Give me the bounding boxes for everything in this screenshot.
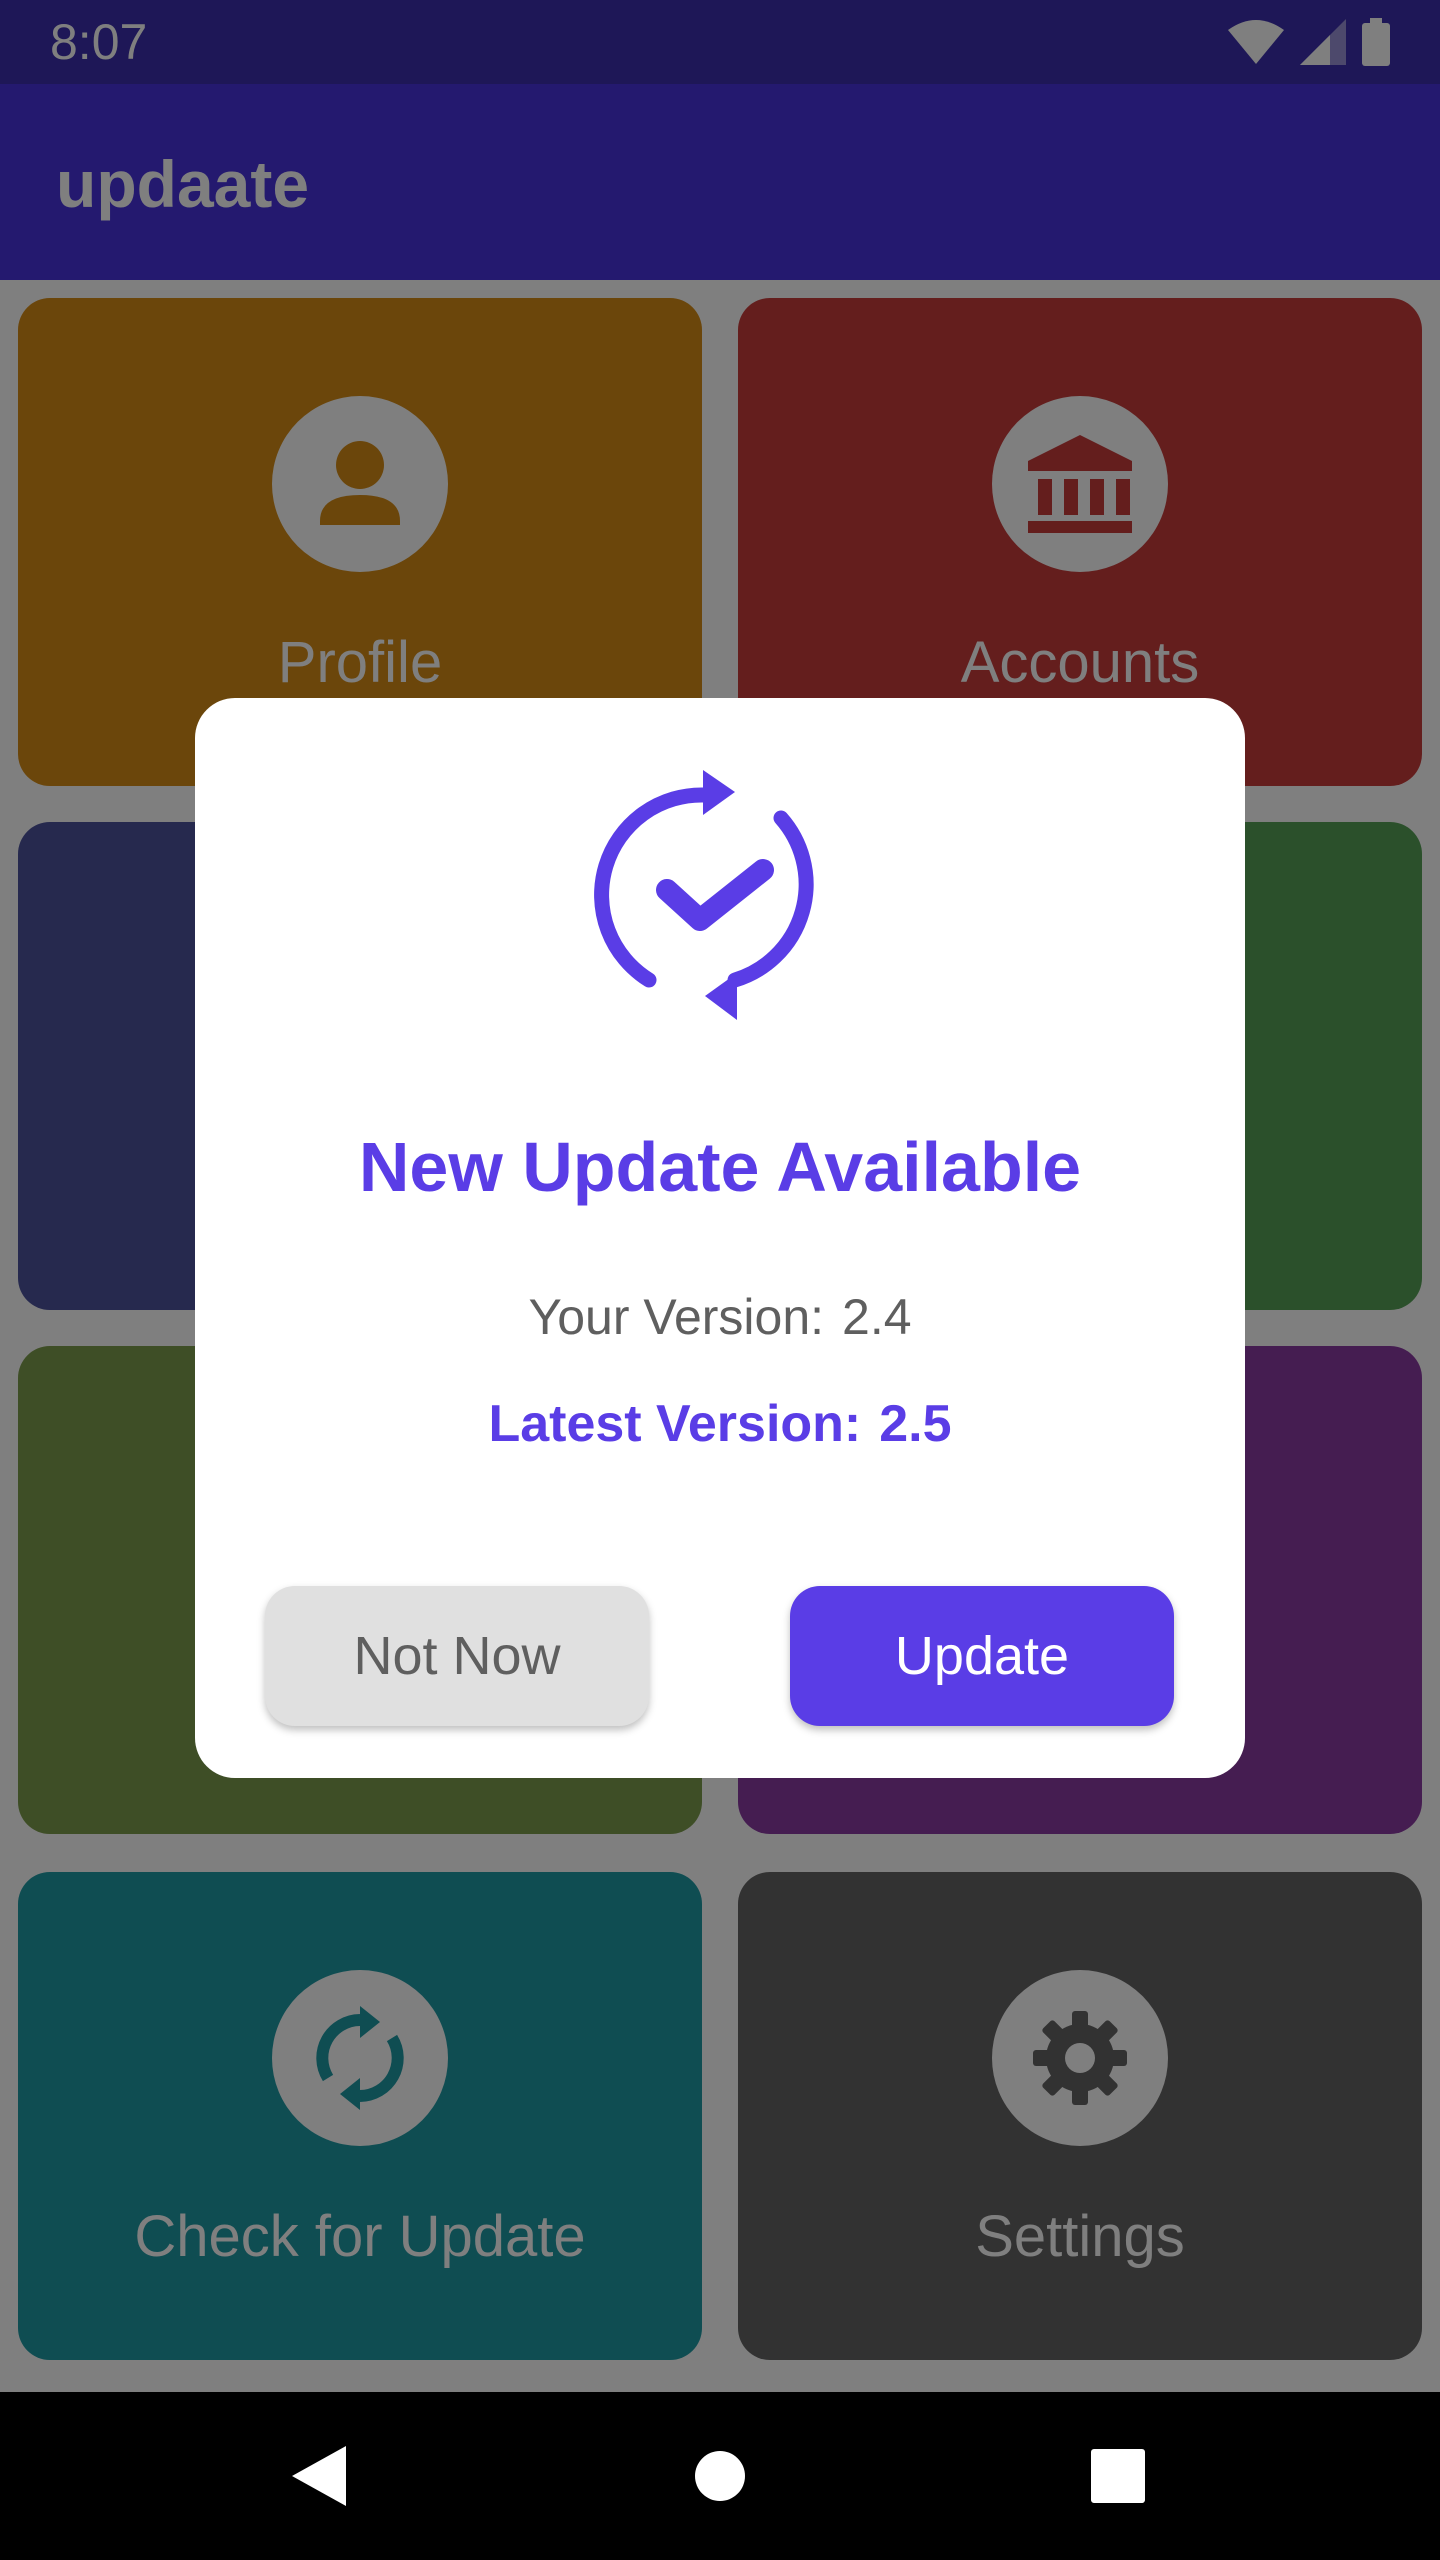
home-button[interactable] xyxy=(680,2436,760,2516)
not-now-button[interactable]: Not Now xyxy=(265,1586,649,1726)
update-check-icon xyxy=(594,770,814,1020)
your-version-value: 2.4 xyxy=(842,1289,912,1345)
your-version-label: Your Version: xyxy=(528,1289,825,1345)
back-button[interactable] xyxy=(278,2436,358,2516)
latest-version-row: Latest Version: 2.5 xyxy=(195,1393,1245,1455)
your-version-row: Your Version: 2.4 xyxy=(195,1286,1245,1348)
latest-version-value: 2.5 xyxy=(879,1395,952,1453)
update-dialog: New Update Available Your Version: 2.4 La… xyxy=(195,698,1245,1778)
latest-version-label: Latest Version: xyxy=(488,1395,862,1453)
navigation-bar xyxy=(0,2392,1440,2560)
dialog-title: New Update Available xyxy=(358,1128,1082,1206)
update-button[interactable]: Update xyxy=(790,1586,1174,1726)
home-icon xyxy=(695,2451,745,2501)
back-icon xyxy=(292,2446,346,2506)
recents-button[interactable] xyxy=(1078,2436,1158,2516)
recents-icon xyxy=(1091,2449,1145,2503)
